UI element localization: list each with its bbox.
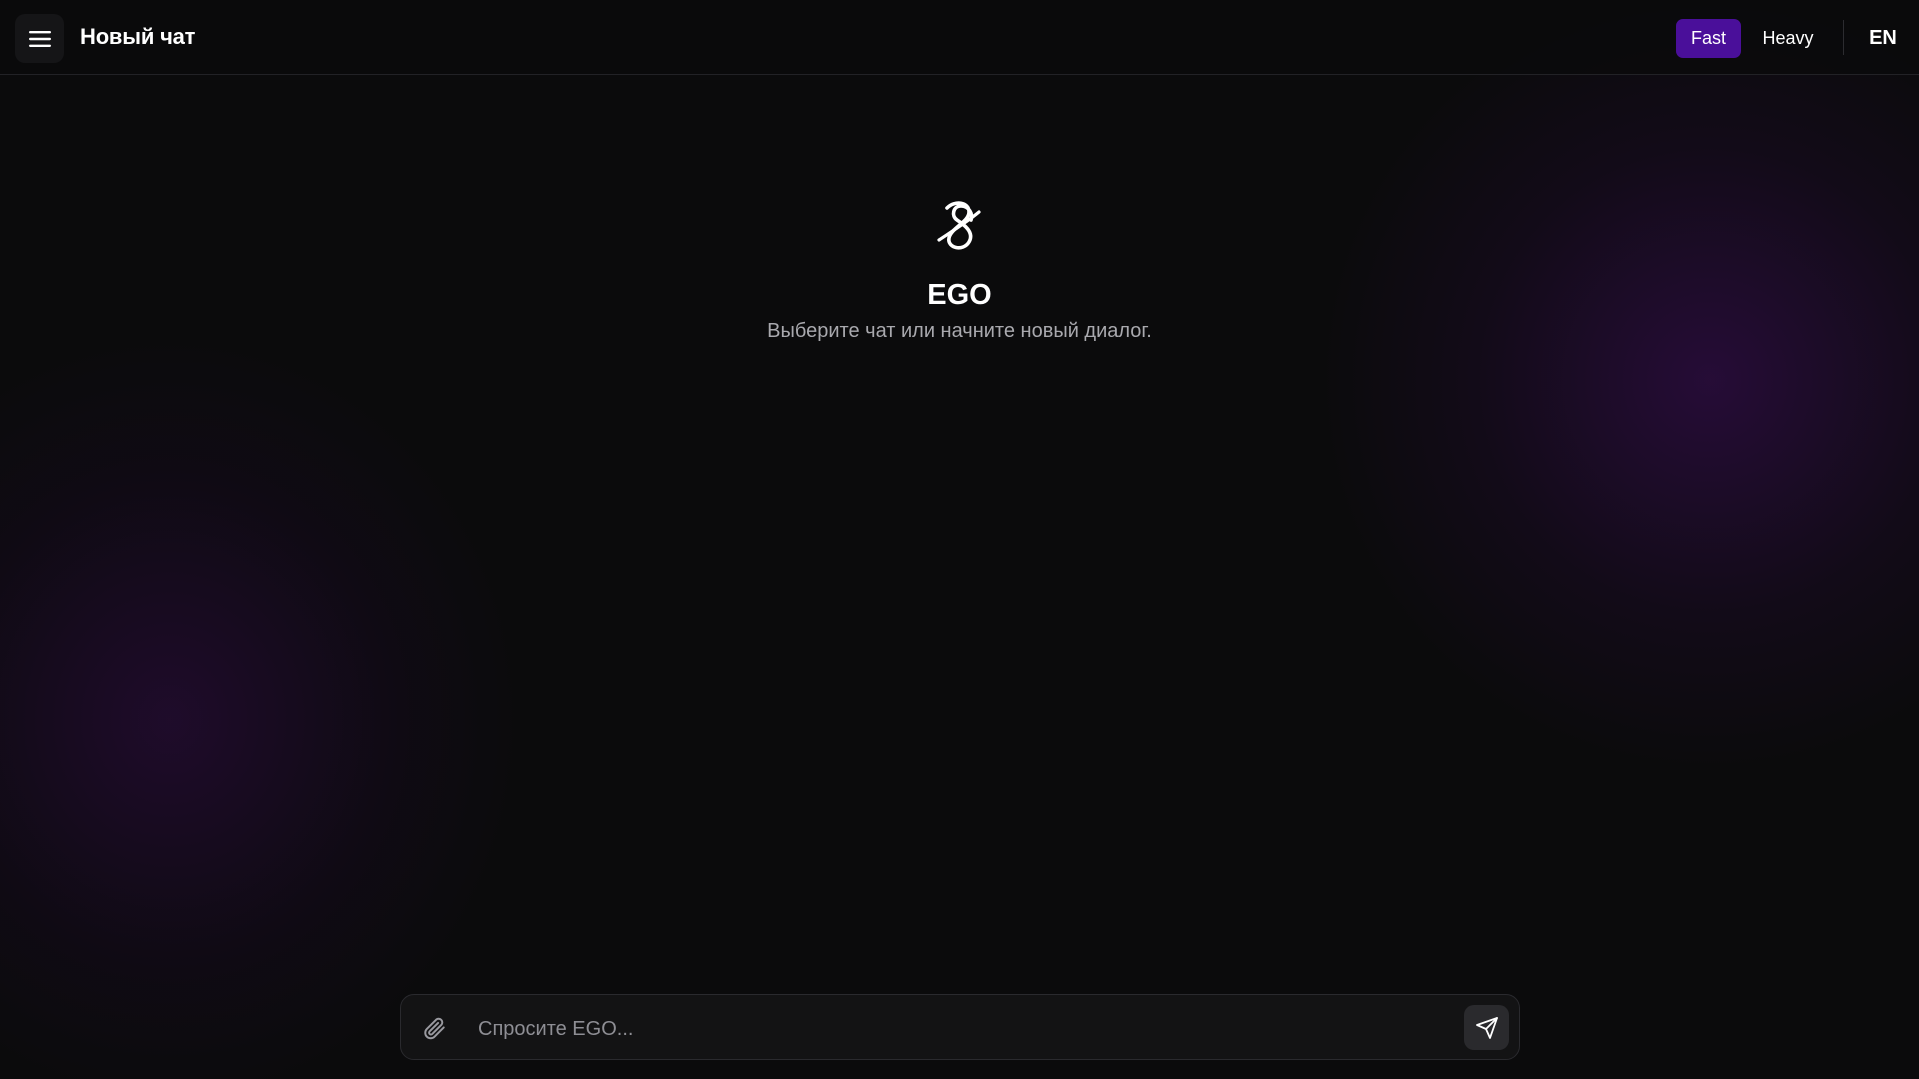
hero-title: EGO bbox=[927, 279, 992, 311]
attach-button[interactable] bbox=[419, 1013, 449, 1043]
send-button[interactable] bbox=[1464, 1005, 1509, 1050]
chat-title: Новый чат bbox=[80, 24, 196, 49]
message-input[interactable] bbox=[476, 1007, 1440, 1051]
message-composer bbox=[400, 994, 1520, 1060]
mode-fast-button[interactable]: Fast bbox=[1676, 19, 1741, 58]
top-header: Новый чат Fast Heavy EN bbox=[0, 0, 1919, 75]
hero-subtitle: Выберите чат или начните новый диалог. bbox=[767, 320, 1152, 342]
header-divider bbox=[1843, 20, 1844, 55]
send-plane-icon bbox=[1475, 1016, 1498, 1039]
hamburger-menu-icon bbox=[28, 30, 51, 47]
language-switch-button[interactable]: EN bbox=[1860, 19, 1906, 58]
mode-heavy-button[interactable]: Heavy bbox=[1752, 19, 1824, 58]
app-root: Новый чат Fast Heavy EN EGO Выберите чат… bbox=[0, 0, 1919, 1079]
menu-button[interactable] bbox=[15, 14, 64, 63]
paperclip-icon bbox=[424, 1017, 445, 1040]
ego-logo-icon bbox=[937, 201, 981, 250]
